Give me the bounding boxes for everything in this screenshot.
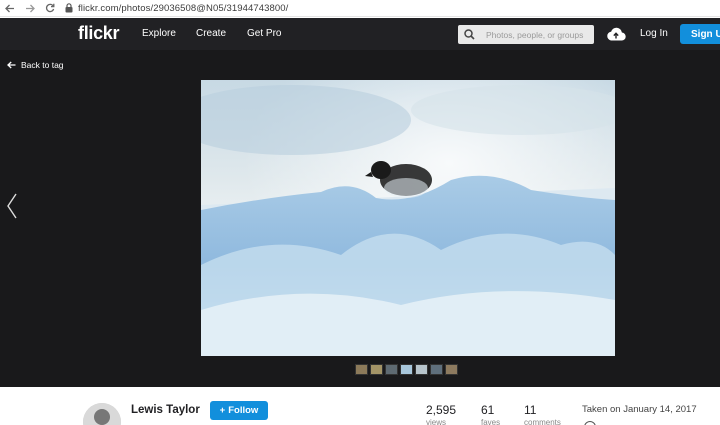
comments-label: comments [524, 418, 561, 425]
thumbnail[interactable] [445, 364, 458, 375]
taken-date: Taken on January 14, 2017 [582, 404, 697, 415]
lock-icon [64, 3, 73, 14]
login-link[interactable]: Log In [640, 28, 668, 39]
follow-label: Follow [228, 405, 259, 416]
back-arrow-small-icon [7, 61, 16, 69]
address-bar[interactable]: flickr.com/photos/29036508@N05/319447438… [64, 2, 288, 15]
faves-count: 61 [481, 403, 495, 417]
browser-toolbar: flickr.com/photos/29036508@N05/319447438… [0, 0, 720, 17]
thumbnail[interactable] [430, 364, 443, 375]
search-input[interactable] [480, 29, 588, 40]
thumbnail[interactable] [385, 364, 398, 375]
main-photo [201, 80, 615, 356]
back-arrow-icon[interactable] [0, 0, 20, 17]
forward-arrow-icon[interactable] [20, 0, 40, 17]
search-box[interactable] [458, 25, 594, 44]
author-name[interactable]: Lewis Taylor [131, 404, 200, 416]
thumbnail[interactable] [415, 364, 428, 375]
back-to-tag-label: Back to tag [21, 60, 64, 70]
info-circle-icon [584, 421, 596, 425]
comments-count: 11 [524, 403, 537, 417]
avatar[interactable] [83, 403, 121, 425]
signup-button[interactable]: Sign Up [680, 24, 720, 44]
nav-create[interactable]: Create [196, 28, 226, 39]
previous-photo-icon[interactable] [5, 192, 19, 220]
upload-cloud-icon[interactable] [606, 26, 626, 42]
views-stat: 2,595 views [426, 403, 456, 425]
photo-info-bar: Lewis Taylor + Follow 2,595 views 61 fav… [0, 387, 720, 425]
back-to-tag-link[interactable]: Back to tag [7, 60, 64, 70]
nav-get-pro[interactable]: Get Pro [247, 28, 281, 39]
thumbnail[interactable] [370, 364, 383, 375]
thumbnail[interactable] [355, 364, 368, 375]
comments-stat: 11 comments [524, 403, 561, 425]
follow-button[interactable]: + Follow [210, 401, 268, 420]
site-header: flickr Explore Create Get Pro Log In Sig… [0, 18, 720, 50]
nav-explore[interactable]: Explore [142, 28, 176, 39]
search-icon[interactable] [458, 29, 480, 40]
photo-stage: Back to tag [0, 50, 720, 387]
plus-icon: + [219, 405, 226, 416]
views-count: 2,595 [426, 403, 457, 417]
flickr-logo[interactable]: flickr [78, 23, 120, 44]
views-label: views [426, 418, 447, 425]
faves-stat: 61 faves [481, 403, 500, 425]
photo-thumbnail-strip [355, 364, 458, 375]
url-text[interactable]: flickr.com/photos/29036508@N05/319447438… [78, 3, 288, 14]
faves-label: faves [481, 418, 501, 425]
thumbnail[interactable] [400, 364, 413, 375]
reload-icon[interactable] [40, 0, 60, 17]
